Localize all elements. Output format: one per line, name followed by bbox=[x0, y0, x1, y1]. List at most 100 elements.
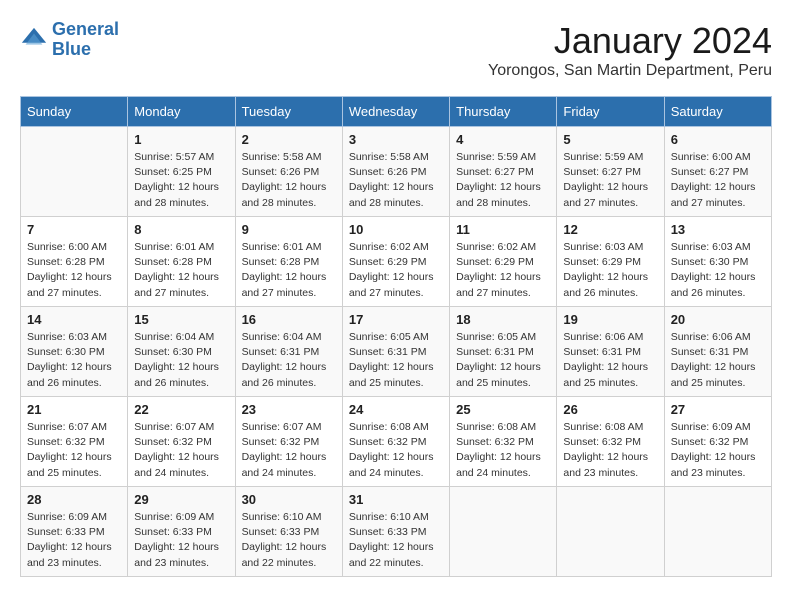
calendar-week-row: 21 Sunrise: 6:07 AMSunset: 6:32 PMDayligh… bbox=[21, 397, 772, 487]
day-number: 12 bbox=[563, 222, 657, 237]
day-number: 26 bbox=[563, 402, 657, 417]
day-number: 8 bbox=[134, 222, 228, 237]
day-number: 15 bbox=[134, 312, 228, 327]
calendar-week-row: 7 Sunrise: 6:00 AMSunset: 6:28 PMDaylight… bbox=[21, 217, 772, 307]
logo: General Blue bbox=[20, 20, 119, 60]
weekday-row: SundayMondayTuesdayWednesdayThursdayFrid… bbox=[21, 97, 772, 127]
day-info: Sunrise: 6:03 AMSunset: 6:29 PMDaylight:… bbox=[563, 240, 657, 301]
calendar-table: SundayMondayTuesdayWednesdayThursdayFrid… bbox=[20, 96, 772, 577]
day-number: 5 bbox=[563, 132, 657, 147]
calendar-cell: 10 Sunrise: 6:02 AMSunset: 6:29 PMDayligh… bbox=[342, 217, 449, 307]
calendar-cell: 23 Sunrise: 6:07 AMSunset: 6:32 PMDayligh… bbox=[235, 397, 342, 487]
day-info: Sunrise: 6:04 AMSunset: 6:31 PMDaylight:… bbox=[242, 330, 336, 391]
day-number: 20 bbox=[671, 312, 765, 327]
calendar-cell: 3 Sunrise: 5:58 AMSunset: 6:26 PMDaylight… bbox=[342, 127, 449, 217]
day-number: 16 bbox=[242, 312, 336, 327]
day-info: Sunrise: 5:58 AMSunset: 6:26 PMDaylight:… bbox=[349, 150, 443, 211]
weekday-header: Monday bbox=[128, 97, 235, 127]
calendar-week-row: 14 Sunrise: 6:03 AMSunset: 6:30 PMDayligh… bbox=[21, 307, 772, 397]
day-info: Sunrise: 6:06 AMSunset: 6:31 PMDaylight:… bbox=[563, 330, 657, 391]
calendar-cell: 20 Sunrise: 6:06 AMSunset: 6:31 PMDayligh… bbox=[664, 307, 771, 397]
day-info: Sunrise: 6:10 AMSunset: 6:33 PMDaylight:… bbox=[242, 510, 336, 571]
weekday-header: Saturday bbox=[664, 97, 771, 127]
weekday-header: Friday bbox=[557, 97, 664, 127]
calendar-cell: 28Sunrise: 6:09 AMSunset: 6:33 PMDayligh… bbox=[21, 487, 128, 577]
day-number: 17 bbox=[349, 312, 443, 327]
calendar-cell: 12 Sunrise: 6:03 AMSunset: 6:29 PMDayligh… bbox=[557, 217, 664, 307]
day-info: Sunrise: 6:07 AMSunset: 6:32 PMDaylight:… bbox=[242, 420, 336, 481]
day-info: Sunrise: 6:09 AMSunset: 6:33 PMDaylight:… bbox=[134, 510, 228, 571]
day-info: Sunrise: 6:02 AMSunset: 6:29 PMDaylight:… bbox=[456, 240, 550, 301]
header: General Blue January 2024 Yorongos, San … bbox=[20, 20, 772, 80]
calendar-week-row: 1 Sunrise: 5:57 AMSunset: 6:25 PMDaylight… bbox=[21, 127, 772, 217]
day-info: Sunrise: 5:59 AMSunset: 6:27 PMDaylight:… bbox=[563, 150, 657, 211]
day-info: Sunrise: 6:01 AMSunset: 6:28 PMDaylight:… bbox=[134, 240, 228, 301]
day-number: 29 bbox=[134, 492, 228, 507]
weekday-header: Sunday bbox=[21, 97, 128, 127]
day-info: Sunrise: 6:07 AMSunset: 6:32 PMDaylight:… bbox=[134, 420, 228, 481]
day-number: 10 bbox=[349, 222, 443, 237]
calendar-cell: 21 Sunrise: 6:07 AMSunset: 6:32 PMDayligh… bbox=[21, 397, 128, 487]
day-info: Sunrise: 6:10 AMSunset: 6:33 PMDaylight:… bbox=[349, 510, 443, 571]
day-number: 1 bbox=[134, 132, 228, 147]
calendar-cell bbox=[21, 127, 128, 217]
calendar-cell bbox=[450, 487, 557, 577]
calendar-cell: 1 Sunrise: 5:57 AMSunset: 6:25 PMDaylight… bbox=[128, 127, 235, 217]
calendar-cell: 29 Sunrise: 6:09 AMSunset: 6:33 PMDayligh… bbox=[128, 487, 235, 577]
day-info: Sunrise: 6:00 AMSunset: 6:28 PMDaylight:… bbox=[27, 240, 121, 301]
calendar-cell: 8 Sunrise: 6:01 AMSunset: 6:28 PMDaylight… bbox=[128, 217, 235, 307]
weekday-header: Thursday bbox=[450, 97, 557, 127]
day-number: 28 bbox=[27, 492, 121, 507]
day-info: Sunrise: 6:05 AMSunset: 6:31 PMDaylight:… bbox=[349, 330, 443, 391]
logo-text: General Blue bbox=[52, 20, 119, 60]
day-number: 23 bbox=[242, 402, 336, 417]
calendar-cell: 26Sunrise: 6:08 AMSunset: 6:32 PMDayligh… bbox=[557, 397, 664, 487]
day-info: Sunrise: 6:00 AMSunset: 6:27 PMDaylight:… bbox=[671, 150, 765, 211]
month-title: January 2024 bbox=[488, 20, 772, 62]
day-number: 4 bbox=[456, 132, 550, 147]
day-info: Sunrise: 6:03 AMSunset: 6:30 PMDaylight:… bbox=[671, 240, 765, 301]
calendar-cell: 19 Sunrise: 6:06 AMSunset: 6:31 PMDayligh… bbox=[557, 307, 664, 397]
location-title: Yorongos, San Martin Department, Peru bbox=[488, 62, 772, 80]
day-number: 27 bbox=[671, 402, 765, 417]
calendar-cell: 18 Sunrise: 6:05 AMSunset: 6:31 PMDayligh… bbox=[450, 307, 557, 397]
day-number: 24 bbox=[349, 402, 443, 417]
day-info: Sunrise: 6:09 AMSunset: 6:32 PMDaylight:… bbox=[671, 420, 765, 481]
calendar-cell: 11 Sunrise: 6:02 AMSunset: 6:29 PMDayligh… bbox=[450, 217, 557, 307]
calendar-cell: 7 Sunrise: 6:00 AMSunset: 6:28 PMDaylight… bbox=[21, 217, 128, 307]
calendar-cell: 16 Sunrise: 6:04 AMSunset: 6:31 PMDayligh… bbox=[235, 307, 342, 397]
day-number: 9 bbox=[242, 222, 336, 237]
calendar-cell: 31 Sunrise: 6:10 AMSunset: 6:33 PMDayligh… bbox=[342, 487, 449, 577]
calendar-cell: 27 Sunrise: 6:09 AMSunset: 6:32 PMDayligh… bbox=[664, 397, 771, 487]
calendar-week-row: 28 Sunrise: 6:09 AMSunset: 6:33 PMDayligh… bbox=[21, 487, 772, 577]
calendar-cell: 24Sunrise: 6:08 AMSunset: 6:32 PMDayligh… bbox=[342, 397, 449, 487]
calendar-header: SundayMondayTuesdayWednesdayThursdayFrid… bbox=[21, 97, 772, 127]
calendar-cell: 17 Sunrise: 6:05 AMSunset: 6:31 PMDayligh… bbox=[342, 307, 449, 397]
day-number: 7 bbox=[27, 222, 121, 237]
day-number: 2 bbox=[242, 132, 336, 147]
day-info: Sunrise: 6:03 AMSunset: 6:30 PMDaylight:… bbox=[27, 330, 121, 391]
calendar-cell: 9 Sunrise: 6:01 AMSunset: 6:28 PMDaylight… bbox=[235, 217, 342, 307]
day-info: Sunrise: 6:01 AMSunset: 6:28 PMDaylight:… bbox=[242, 240, 336, 301]
day-info: Sunrise: 5:57 AMSunset: 6:25 PMDaylight:… bbox=[134, 150, 228, 211]
day-number: 11 bbox=[456, 222, 550, 237]
day-number: 18 bbox=[456, 312, 550, 327]
title-section: January 2024 Yorongos, San Martin Depart… bbox=[488, 20, 772, 80]
day-info: Sunrise: 6:04 AMSunset: 6:30 PMDaylight:… bbox=[134, 330, 228, 391]
calendar-cell: 5 Sunrise: 5:59 AMSunset: 6:27 PMDaylight… bbox=[557, 127, 664, 217]
day-info: Sunrise: 6:06 AMSunset: 6:31 PMDaylight:… bbox=[671, 330, 765, 391]
day-number: 31 bbox=[349, 492, 443, 507]
calendar-cell: 14 Sunrise: 6:03 AMSunset: 6:30 PMDayligh… bbox=[21, 307, 128, 397]
day-number: 19 bbox=[563, 312, 657, 327]
day-info: Sunrise: 6:02 AMSunset: 6:29 PMDaylight:… bbox=[349, 240, 443, 301]
day-info: Sunrise: 6:05 AMSunset: 6:31 PMDaylight:… bbox=[456, 330, 550, 391]
day-info: Sunrise: 5:58 AMSunset: 6:26 PMDaylight:… bbox=[242, 150, 336, 211]
day-info: Sunrise: 6:07 AMSunset: 6:32 PMDaylight:… bbox=[27, 420, 121, 481]
day-number: 14 bbox=[27, 312, 121, 327]
weekday-header: Tuesday bbox=[235, 97, 342, 127]
day-number: 3 bbox=[349, 132, 443, 147]
day-number: 21 bbox=[27, 402, 121, 417]
calendar-cell: 13Sunrise: 6:03 AMSunset: 6:30 PMDayligh… bbox=[664, 217, 771, 307]
day-info: Sunrise: 6:08 AMSunset: 6:32 PMDaylight:… bbox=[456, 420, 550, 481]
calendar-cell: 15 Sunrise: 6:04 AMSunset: 6:30 PMDayligh… bbox=[128, 307, 235, 397]
